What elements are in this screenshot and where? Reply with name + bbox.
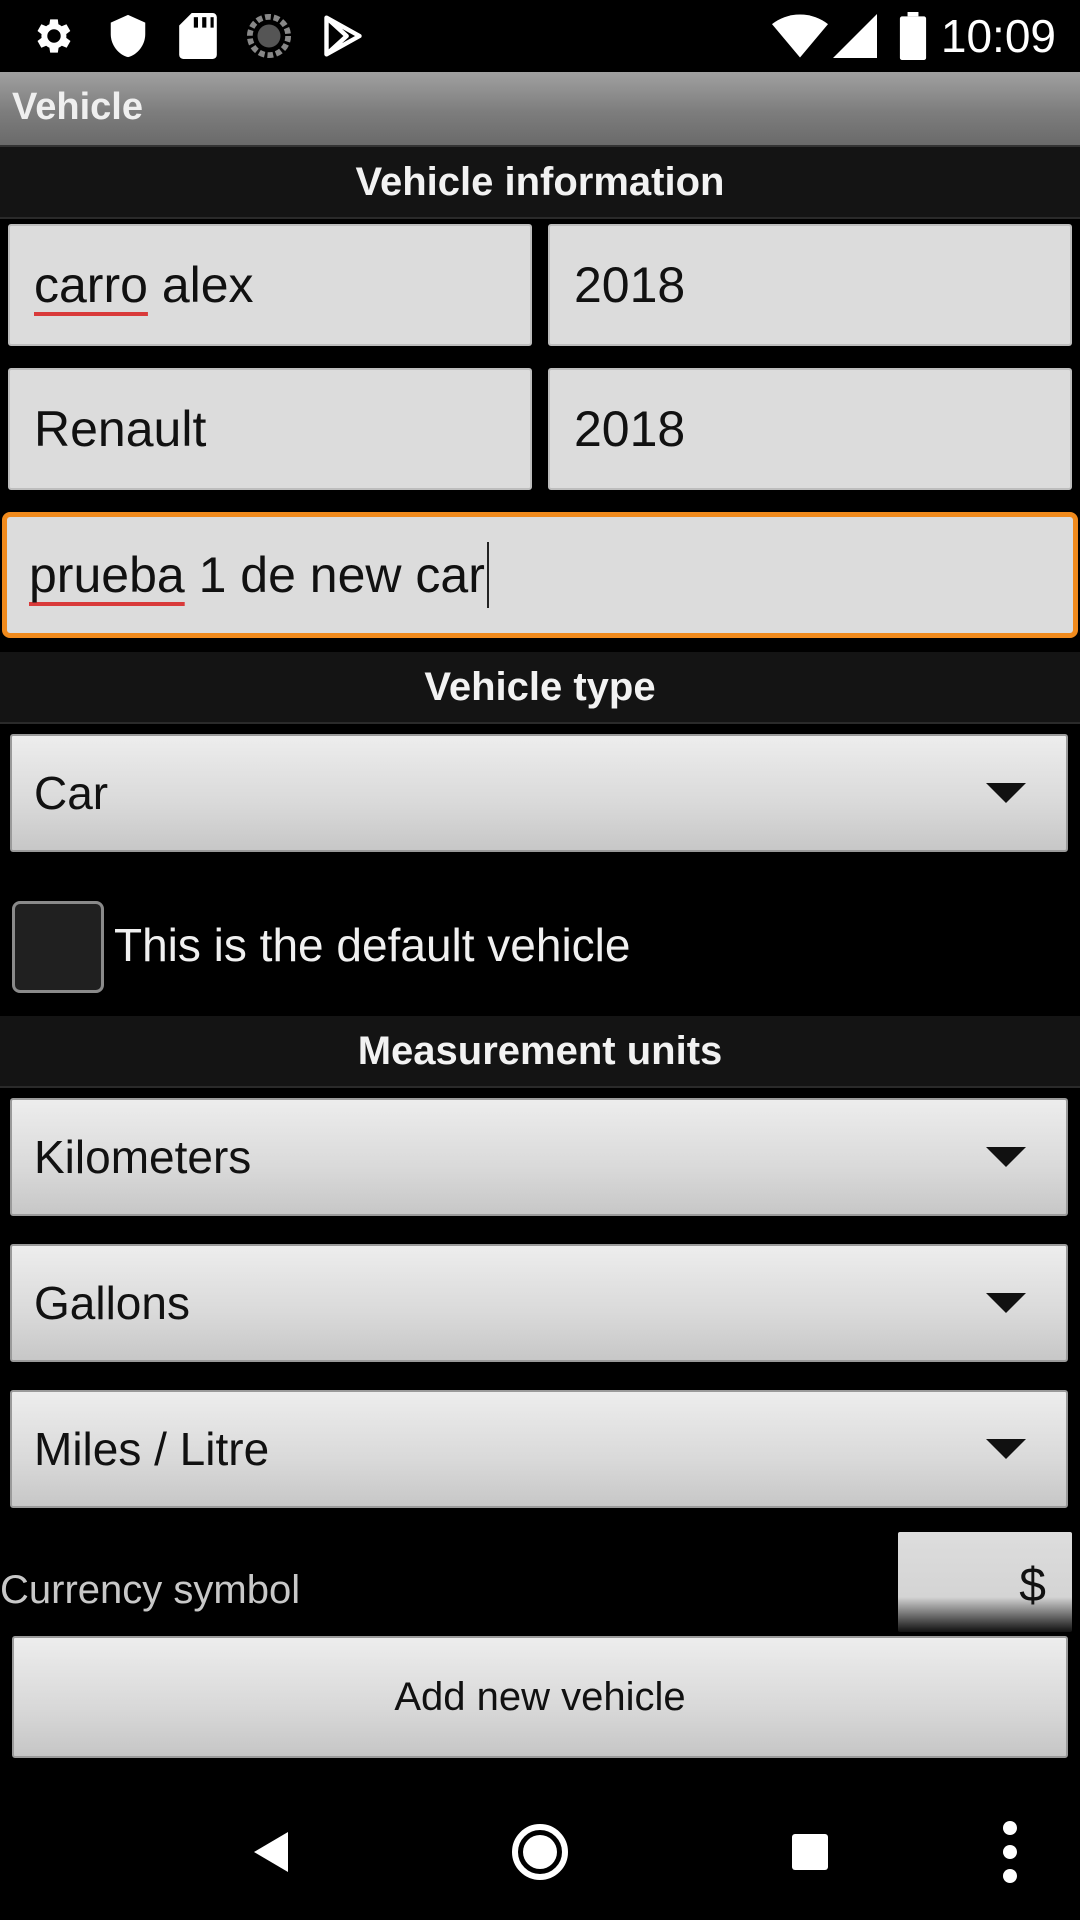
section-header-vehicle-type: Vehicle type xyxy=(0,652,1080,724)
currency-symbol-label: Currency symbol xyxy=(0,1568,301,1612)
currency-symbol-field[interactable]: $ xyxy=(898,1532,1072,1632)
navigation-bar xyxy=(0,1776,1080,1920)
volume-unit-dropdown[interactable]: Gallons xyxy=(10,1244,1068,1362)
vehicle-type-selected: Car xyxy=(34,767,109,819)
recents-icon[interactable] xyxy=(770,1812,850,1892)
page-title: Vehicle xyxy=(12,86,143,128)
default-vehicle-checkbox[interactable] xyxy=(12,901,104,993)
distance-unit-dropdown[interactable]: Kilometers xyxy=(10,1098,1068,1216)
vehicle-type-dropdown[interactable]: Car xyxy=(10,734,1068,852)
home-icon[interactable] xyxy=(500,1812,580,1892)
dropdown-arrow-icon xyxy=(986,1293,1026,1313)
distance-unit-selected: Kilometers xyxy=(34,1131,252,1183)
play-store-icon xyxy=(318,12,368,60)
status-bar: 10:09 xyxy=(0,0,1080,72)
description-rest: 1 de new car xyxy=(184,547,485,603)
year-field-2[interactable]: 2018 xyxy=(548,368,1072,490)
wifi-icon xyxy=(770,12,830,60)
clock-time: 10:09 xyxy=(940,10,1056,62)
back-icon[interactable] xyxy=(230,1812,310,1892)
sd-card-icon xyxy=(176,12,220,60)
add-new-vehicle-button[interactable]: Add new vehicle xyxy=(12,1636,1068,1758)
year-field-1[interactable]: 2018 xyxy=(548,224,1072,346)
gear-icon xyxy=(28,12,80,60)
vehicle-name-misspelled-word: carro xyxy=(34,257,148,313)
section-header-vehicle-information: Vehicle information xyxy=(0,147,1080,219)
default-vehicle-label[interactable]: This is the default vehicle xyxy=(114,918,631,972)
consumption-unit-selected: Miles / Litre xyxy=(34,1423,270,1475)
battery-icon xyxy=(896,12,930,60)
dropdown-arrow-icon xyxy=(986,1147,1026,1167)
section-header-measurement-units: Measurement units xyxy=(0,1016,1080,1088)
signal-icon xyxy=(832,12,878,60)
shield-icon xyxy=(104,12,152,60)
overflow-menu-icon[interactable] xyxy=(980,1812,1040,1892)
vehicle-name-field[interactable]: carro alex xyxy=(8,224,532,346)
dropdown-arrow-icon xyxy=(986,783,1026,803)
description-misspelled-word: prueba xyxy=(29,547,185,603)
description-field[interactable]: prueba 1 de new car xyxy=(2,512,1078,638)
volume-unit-selected: Gallons xyxy=(34,1277,190,1329)
vehicle-name-rest: alex xyxy=(147,257,254,313)
text-cursor xyxy=(486,542,489,608)
consumption-unit-dropdown[interactable]: Miles / Litre xyxy=(10,1390,1068,1508)
make-field[interactable]: Renault xyxy=(8,368,532,490)
action-bar: Vehicle xyxy=(0,72,1080,147)
sync-circle-icon xyxy=(244,12,294,60)
dropdown-arrow-icon xyxy=(986,1439,1026,1459)
